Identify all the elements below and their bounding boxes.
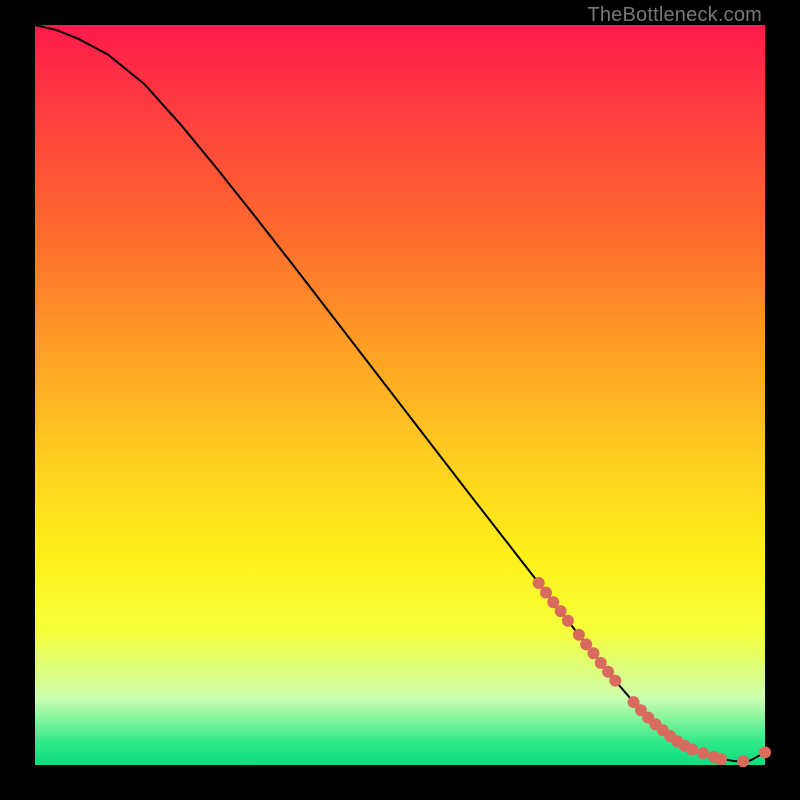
data-point [686,743,698,755]
bottleneck-curve [35,25,765,761]
data-point [555,605,567,617]
chart-frame: TheBottleneck.com [0,0,800,800]
data-point [540,587,552,599]
data-point [573,629,585,641]
data-point [533,577,545,589]
data-point [562,615,574,627]
highlight-dots [533,577,771,767]
data-point [715,753,727,765]
data-point [737,755,749,767]
data-point [759,746,771,758]
data-point [609,675,621,687]
plot-area [35,25,765,765]
watermark-text: TheBottleneck.com [587,4,762,27]
chart-svg [35,25,765,765]
data-point [697,747,709,759]
data-point [587,647,599,659]
